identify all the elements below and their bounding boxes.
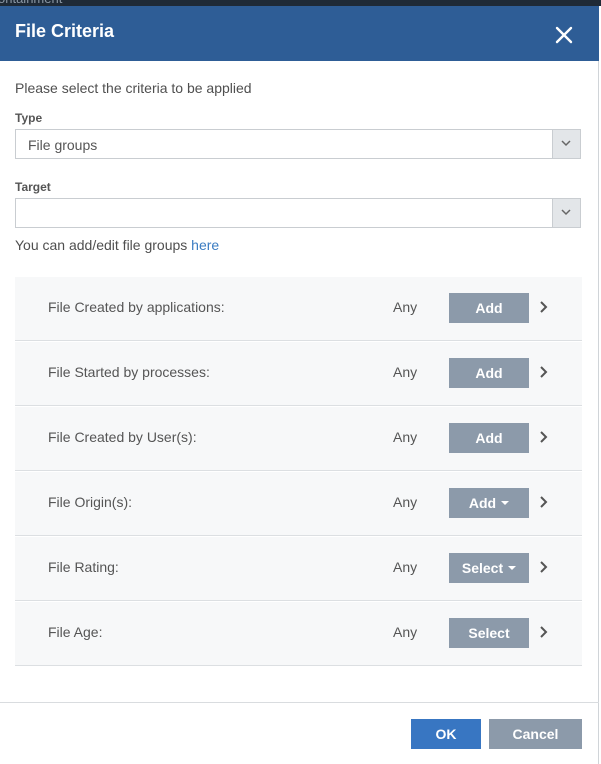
file-groups-hint: You can add/edit file groups here [15, 237, 219, 253]
criteria-label: File Started by processes: [48, 364, 210, 380]
criteria-row-age: File Age: Any Select [15, 602, 582, 666]
button-label: Add [475, 430, 503, 446]
ok-button[interactable]: OK [411, 719, 481, 749]
button-label: Add [468, 495, 497, 511]
criteria-label: File Age: [48, 624, 103, 640]
chevron-right-icon[interactable] [539, 300, 549, 319]
criteria-list: File Created by applications: Any Add Fi… [15, 277, 582, 667]
criteria-label: File Origin(s): [48, 494, 133, 510]
chevron-right-icon[interactable] [539, 625, 549, 644]
button-label: Add [475, 300, 503, 316]
type-select[interactable]: File groups [15, 129, 581, 159]
chevron-right-icon[interactable] [539, 560, 549, 579]
criteria-row-origins: File Origin(s): Any Add [15, 472, 582, 536]
dialog-footer: OK Cancel [0, 702, 599, 764]
select-button[interactable]: Select [449, 618, 529, 648]
criteria-value: Any [393, 494, 418, 510]
caret-down-icon [501, 501, 510, 505]
criteria-value: Any [393, 624, 418, 640]
chevron-right-icon[interactable] [539, 495, 549, 514]
criteria-row-started-by-processes: File Started by processes: Any Add [15, 342, 582, 406]
button-label: Select [461, 560, 504, 576]
button-label: Add [475, 365, 503, 381]
cancel-button[interactable]: Cancel [489, 719, 582, 749]
criteria-value: Any [393, 559, 418, 575]
hint-text: You can add/edit file groups [15, 237, 192, 253]
target-label: Target [15, 180, 51, 194]
criteria-value: Any [393, 364, 418, 380]
chevron-down-icon[interactable] [552, 130, 580, 158]
caret-down-icon [508, 566, 517, 570]
criteria-label: File Created by applications: [48, 299, 225, 315]
chevron-right-icon[interactable] [539, 365, 549, 384]
target-select[interactable] [15, 198, 581, 228]
criteria-label: File Rating: [48, 559, 119, 575]
add-button[interactable]: Add [449, 423, 529, 453]
dialog-header: File Criteria [0, 6, 599, 61]
criteria-label: File Created by User(s): [48, 429, 197, 445]
button-label: Select [468, 625, 510, 641]
add-button[interactable]: Add [449, 358, 529, 388]
criteria-row-created-by-users: File Created by User(s): Any Add [15, 407, 582, 471]
select-dropdown-button[interactable]: Select [449, 553, 529, 583]
add-dropdown-button[interactable]: Add [449, 488, 529, 518]
criteria-value: Any [393, 299, 418, 315]
criteria-value: Any [393, 429, 418, 445]
type-select-value: File groups [28, 137, 98, 153]
type-label: Type [15, 111, 43, 125]
close-icon[interactable] [552, 23, 576, 47]
here-link[interactable]: here [191, 237, 219, 253]
chevron-right-icon[interactable] [539, 430, 549, 449]
instruction-text: Please select the criteria to be applied [15, 80, 252, 96]
criteria-row-created-by-applications: File Created by applications: Any Add [15, 277, 582, 341]
file-criteria-dialog: File Criteria Please select the criteria… [0, 6, 599, 764]
criteria-row-rating: File Rating: Any Select [15, 537, 582, 601]
dialog-title: File Criteria [15, 21, 115, 41]
add-button[interactable]: Add [449, 293, 529, 323]
chevron-down-icon[interactable] [552, 199, 580, 227]
